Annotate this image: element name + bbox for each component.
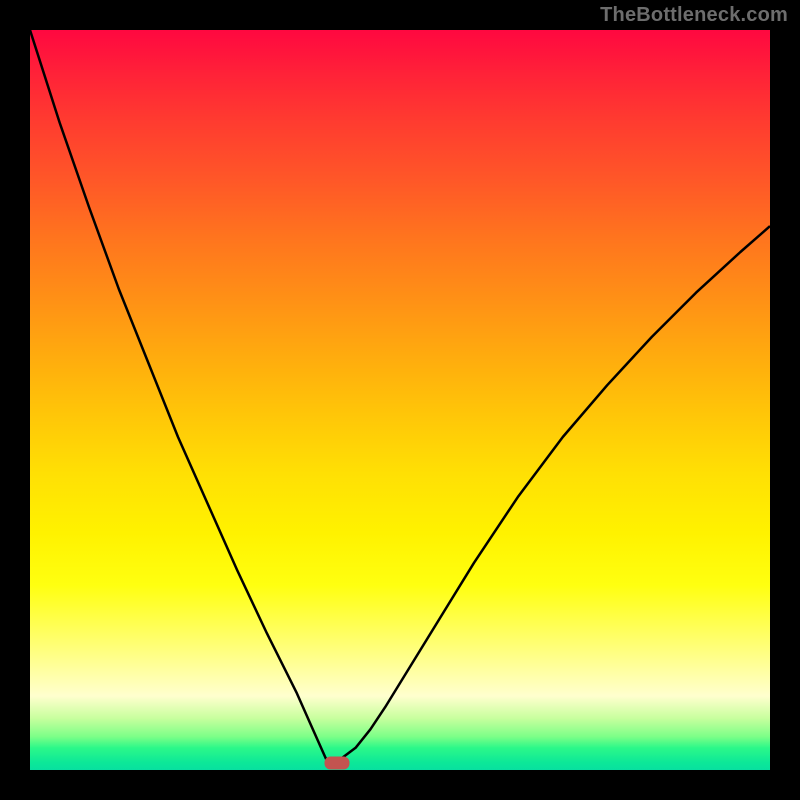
bottleneck-curve [30, 30, 770, 770]
optimal-marker [325, 756, 350, 769]
plot-area [30, 30, 770, 770]
watermark-text: TheBottleneck.com [600, 4, 788, 27]
chart-frame: TheBottleneck.com [0, 0, 800, 800]
